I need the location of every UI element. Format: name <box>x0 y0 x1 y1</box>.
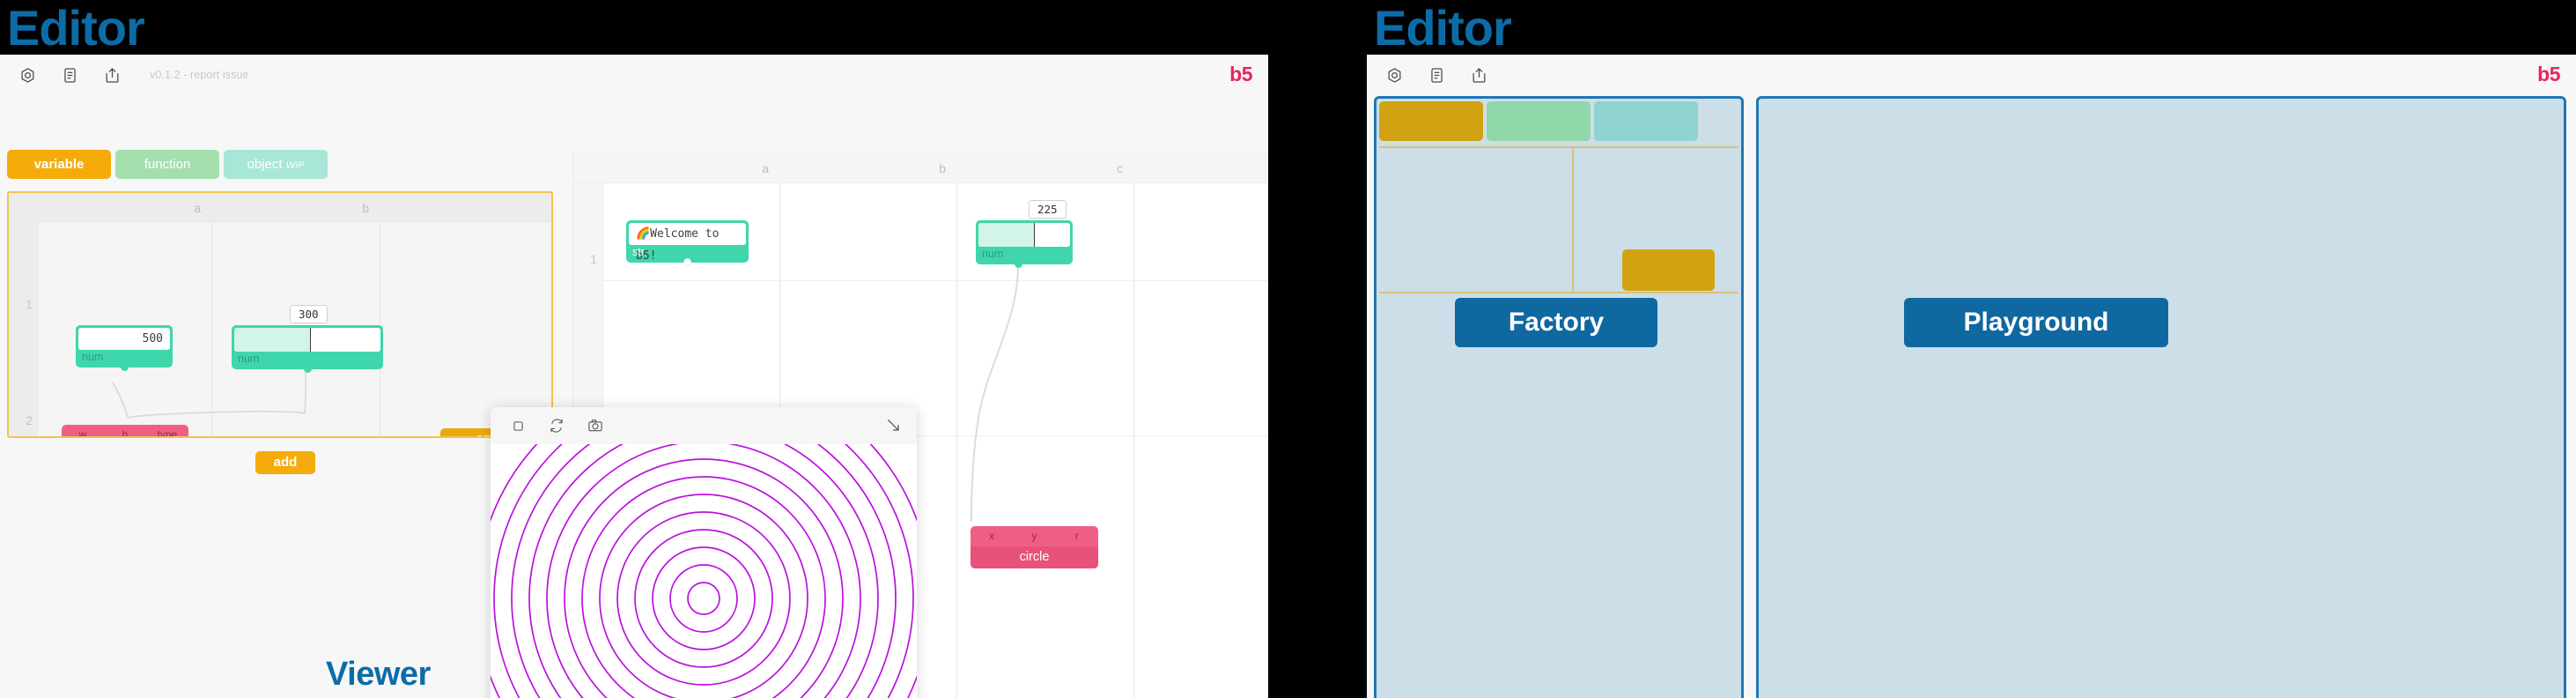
num-node-300-output-port[interactable] <box>303 365 312 373</box>
app-toolbar: v0.1.2 - report issue b5 <box>0 55 1268 95</box>
factory-label: Factory <box>1455 298 1657 347</box>
num-node-225-type: num <box>982 248 1004 260</box>
refresh-icon[interactable] <box>545 414 568 437</box>
num-node-225[interactable]: num <box>976 220 1073 268</box>
chip-variable[interactable] <box>1379 101 1483 141</box>
share-icon-right[interactable] <box>1465 62 1492 88</box>
circle-fn-arg-y[interactable]: y <box>1013 526 1055 546</box>
right-panel: Editor b5 Factory Playground <box>1367 0 2576 698</box>
chip-add[interactable] <box>1622 249 1715 291</box>
viewer-sketch-canvas[interactable] <box>491 444 917 698</box>
factory-divider-horizontal-2 <box>1379 292 1738 293</box>
stop-icon[interactable] <box>506 414 529 437</box>
viewer-window[interactable] <box>491 407 917 698</box>
num-node-225-slider[interactable] <box>978 223 1070 247</box>
str-node-output-port[interactable] <box>683 258 691 266</box>
canvas-fn-arg-w[interactable]: w <box>62 425 104 436</box>
circle-fn-arg-x[interactable]: x <box>971 526 1013 546</box>
main-row-header-1[interactable]: 1 <box>573 252 603 266</box>
concentric-circles-sketch <box>491 444 917 698</box>
circle-fn-args: x y r <box>971 526 1098 546</box>
row-header-1[interactable]: 1 <box>9 297 39 311</box>
tab-object[interactable]: object WIP <box>224 150 328 179</box>
num-node-300-slider[interactable] <box>234 328 380 352</box>
document-icon[interactable] <box>56 62 83 88</box>
variable-sheet[interactable]: a b 1 2 500 num num 300 w h type <box>7 191 553 438</box>
settings-icon[interactable] <box>14 62 41 88</box>
viewer-toolbar <box>491 407 917 444</box>
left-app-shell: v0.1.2 - report issue b5 variable functi… <box>0 55 1268 698</box>
factory-region-box[interactable] <box>1374 96 1744 698</box>
num-node-300[interactable]: num <box>232 325 383 373</box>
factory-divider-horizontal <box>1379 146 1738 148</box>
row-header-2[interactable]: 2 <box>9 413 39 427</box>
settings-icon-right[interactable] <box>1381 62 1407 88</box>
canvas-fn-arg-h[interactable]: h <box>104 425 146 436</box>
column-header-b[interactable]: b <box>212 193 380 223</box>
viewer-label: Viewer <box>326 656 431 693</box>
b5-logo: b5 <box>1229 63 1252 85</box>
str-node-welcome[interactable]: 🌈Welcome to b5! str <box>626 220 749 266</box>
circle-fn-name: circle <box>971 546 1098 568</box>
chip-function[interactable] <box>1487 101 1591 141</box>
tab-variable[interactable]: variable <box>7 150 111 179</box>
num-node-300-value-bubble: 300 <box>290 305 328 323</box>
tab-object-wip-badge: WIP <box>285 160 305 171</box>
right-panel-title: Editor <box>1374 0 1512 56</box>
add-button[interactable]: add <box>255 451 315 474</box>
main-column-header-c[interactable]: c <box>957 153 1133 183</box>
type-tab-bar: variable function object WIP <box>7 150 328 179</box>
screenshot-root: Editor v0.1.2 - report issue b5 variable <box>0 0 2576 698</box>
b5-logo-right: b5 <box>2537 63 2560 85</box>
num-node-500[interactable]: 500 num <box>76 325 173 371</box>
variable-sheet-edges <box>112 353 307 419</box>
main-column-header-b[interactable]: b <box>780 153 956 183</box>
variable-sheet-row-gutter <box>9 223 39 436</box>
left-panel: Editor v0.1.2 - report issue b5 variable <box>0 0 1268 698</box>
right-app-toolbar: b5 <box>1367 55 2576 95</box>
left-panel-title: Editor <box>7 0 145 56</box>
playground-label: Playground <box>1904 298 2168 347</box>
canvas-fn-args: w h type <box>62 425 188 436</box>
canvas-fn-node[interactable]: w h type canvas canvas <box>62 425 188 436</box>
share-icon[interactable] <box>99 62 125 88</box>
num-node-225-output-port[interactable] <box>1014 260 1022 268</box>
circle-fn-arg-r[interactable]: r <box>1056 526 1098 546</box>
camera-icon[interactable] <box>584 414 607 437</box>
circle-fn-node[interactable]: x y r circle <box>971 526 1098 568</box>
document-icon-right[interactable] <box>1423 62 1450 88</box>
str-node-value[interactable]: 🌈Welcome to b5! <box>629 223 746 263</box>
right-app-shell: b5 Factory Playground <box>1367 55 2576 698</box>
num-node-225-value-bubble: 225 <box>1029 200 1067 219</box>
factory-divider-vertical <box>1572 146 1574 293</box>
num-node-500-output-port[interactable] <box>120 363 129 371</box>
version-text: v0.1.2 - report issue <box>150 69 249 81</box>
tab-function[interactable]: function <box>115 150 219 179</box>
resize-handle[interactable] <box>885 417 903 434</box>
num-node-500-value[interactable]: 500 <box>78 328 170 350</box>
main-column-header-a[interactable]: a <box>603 153 779 183</box>
playground-region-box[interactable] <box>1756 96 2566 698</box>
chip-object[interactable] <box>1594 101 1698 141</box>
column-header-a[interactable]: a <box>39 193 211 223</box>
tab-object-label: object <box>247 157 283 172</box>
canvas-fn-arg-type[interactable]: type <box>146 425 188 436</box>
